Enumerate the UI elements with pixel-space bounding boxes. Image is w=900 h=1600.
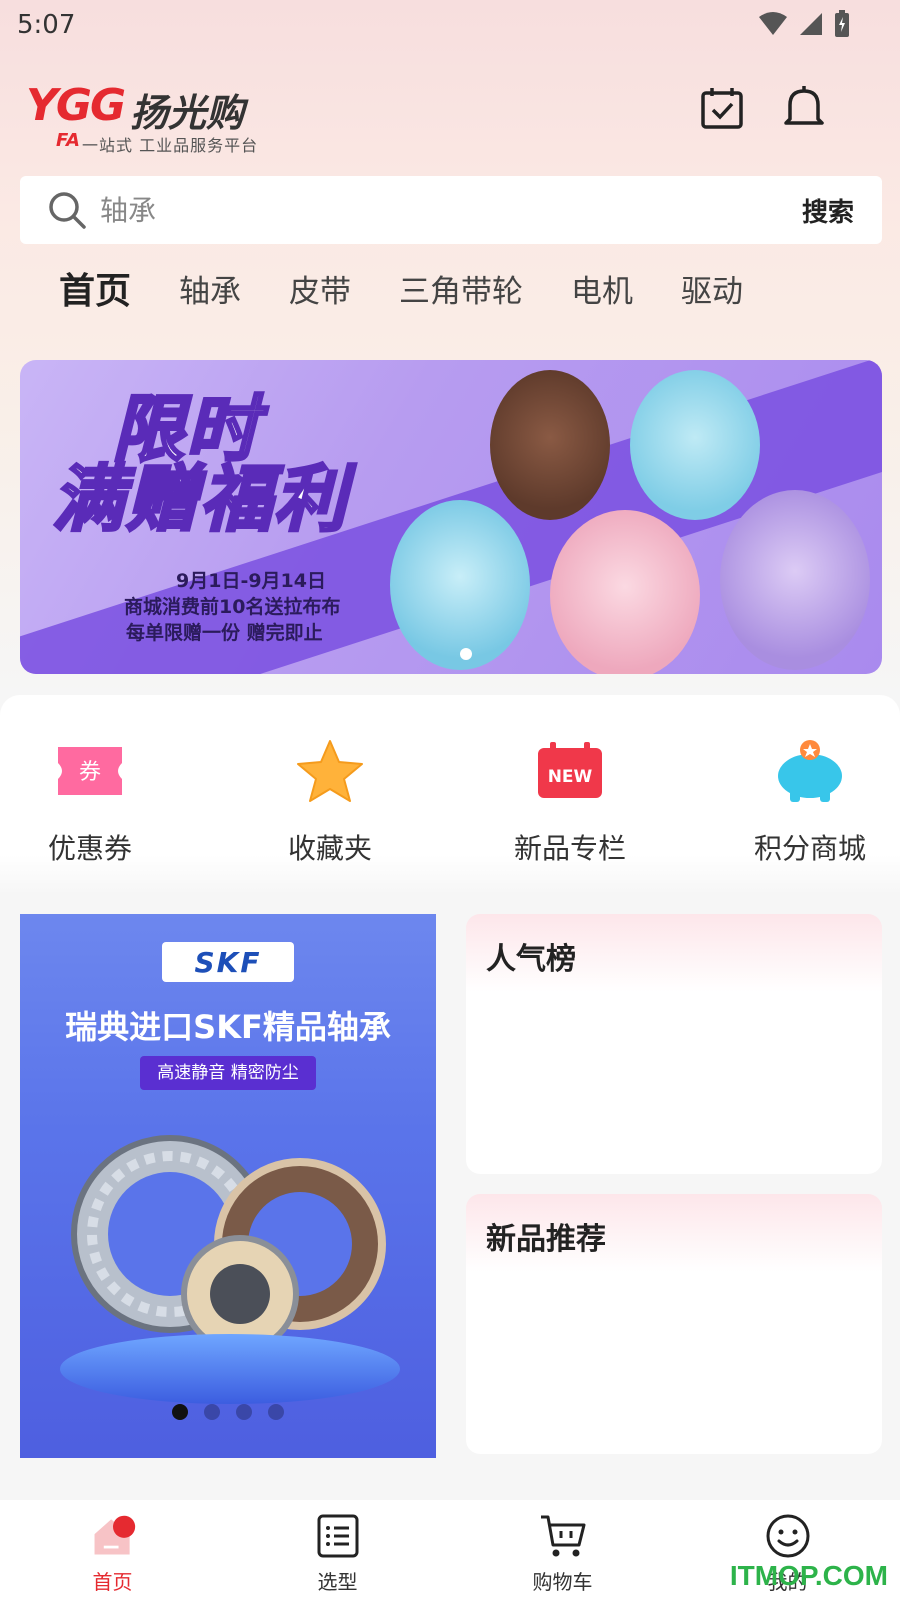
tab-home[interactable]: 首页: [59, 262, 131, 314]
svg-text:券: 券: [79, 760, 101, 785]
pagination-dot[interactable]: [236, 1404, 252, 1420]
banner-title-line2: 满赠福利: [50, 456, 349, 543]
banner-line3: 每单限赠一份 赠完即止: [126, 622, 323, 644]
popular-ranking-card[interactable]: 人气榜: [466, 914, 882, 1174]
display-pedestal: [60, 1334, 400, 1404]
toy-figure-blue-right: [630, 370, 760, 520]
quick-link-points-mall[interactable]: 积分商城: [740, 735, 880, 867]
coupon-icon: 券: [50, 735, 130, 807]
cart-icon: [539, 1512, 587, 1560]
logo-name: 扬光购: [130, 91, 245, 135]
bell-icon[interactable]: [778, 82, 830, 134]
svg-text:NEW: NEW: [548, 767, 593, 787]
bearing-illustration: [71, 1135, 386, 1353]
promo-subtitle: 高速静音 精密防尘: [140, 1056, 316, 1090]
star-icon: [290, 735, 370, 807]
quick-link-coupons[interactable]: 券 优惠券: [20, 735, 160, 867]
category-tabs: 首页 轴承 皮带 三角带轮 电机 驱动: [0, 258, 750, 318]
search-bar: 搜索: [20, 176, 882, 244]
quick-link-label: 优惠券: [47, 832, 132, 865]
banner-pagination-dot: [460, 648, 472, 660]
signal-icon: [798, 11, 824, 41]
nav-home[interactable]: 首页: [0, 1500, 225, 1600]
toy-figure-pink: [550, 510, 700, 674]
new-badge-icon: NEW: [530, 735, 610, 807]
logo-tagline: 一站式 工业品服务平台: [82, 136, 259, 155]
new-recommendations-card[interactable]: 新品推荐: [466, 1194, 882, 1454]
quick-link-label: 新品专栏: [513, 832, 626, 865]
pagination-dot[interactable]: [268, 1404, 284, 1420]
skf-promo-card[interactable]: SKF 瑞典进口SKF精品轴承 高速静音 精密防尘: [20, 914, 436, 1458]
toy-figure-purple: [720, 490, 870, 670]
list-icon: [314, 1512, 362, 1560]
search-input[interactable]: [100, 193, 740, 227]
nav-cart[interactable]: 购物车: [450, 1500, 675, 1600]
app-header: YGG 扬光购 FA 一站式 工业品服务平台: [0, 70, 900, 160]
wifi-icon: [758, 11, 788, 41]
promo-pagination: [172, 1404, 284, 1420]
app-logo: YGG 扬光购 FA 一站式 工业品服务平台: [26, 80, 286, 155]
quick-link-new-products[interactable]: NEW 新品专栏: [500, 735, 640, 867]
quick-links-panel: 券 优惠券 收藏夹 NEW 新品专栏 积分商城: [0, 695, 900, 895]
status-time: 5:07: [17, 10, 76, 40]
card-title: 人气榜: [486, 942, 576, 977]
pagination-dot-active[interactable]: [172, 1404, 188, 1420]
quick-link-label: 收藏夹: [287, 832, 372, 865]
tab-belt[interactable]: 皮带: [289, 266, 351, 311]
nav-selection[interactable]: 选型: [225, 1500, 450, 1600]
battery-icon: [834, 10, 850, 42]
card-title: 新品推荐: [486, 1222, 606, 1257]
promo-banner[interactable]: 限时 满赠福利 9月1日-9月14日 商城消费前10名送拉布布 每单限赠一份 赠…: [20, 360, 882, 674]
toy-figure-brown: [490, 370, 610, 520]
tab-motor[interactable]: 电机: [571, 266, 633, 311]
status-icons: [758, 10, 850, 42]
nav-label: 选型: [317, 1570, 358, 1594]
toy-figure-blue-left: [390, 500, 530, 670]
quick-link-label: 积分商城: [753, 832, 866, 865]
banner-line2: 商城消费前10名送拉布布: [124, 596, 341, 618]
calendar-check-icon[interactable]: [696, 82, 748, 134]
tab-bearing[interactable]: 轴承: [179, 266, 241, 311]
promo-title: 瑞典进口SKF精品轴承: [65, 1008, 391, 1046]
logo-mark: YGG: [26, 80, 126, 131]
home-icon: [89, 1512, 137, 1560]
nav-label: 首页: [92, 1570, 133, 1594]
search-button[interactable]: 搜索: [802, 192, 854, 229]
nav-label: 购物车: [532, 1570, 593, 1594]
watermark-text: ITMOP.COM: [729, 1560, 888, 1591]
header-actions: [696, 82, 830, 134]
banner-date: 9月1日-9月14日: [176, 570, 326, 592]
status-bar: 5:07: [0, 0, 900, 50]
pagination-dot[interactable]: [204, 1404, 220, 1420]
smiley-icon: [764, 1512, 812, 1560]
search-icon: [48, 190, 88, 230]
logo-fa: FA: [56, 130, 80, 151]
quick-link-favorites[interactable]: 收藏夹: [260, 735, 400, 867]
tab-v-pulley[interactable]: 三角带轮: [399, 266, 523, 311]
tab-drive[interactable]: 驱动: [681, 266, 743, 311]
piggy-bank-icon: [770, 735, 850, 807]
skf-logo: SKF: [162, 942, 294, 982]
